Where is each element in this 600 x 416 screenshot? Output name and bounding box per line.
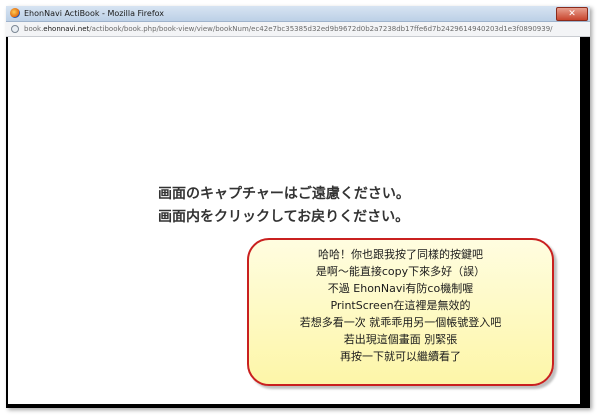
close-button[interactable]: ✕ [556, 7, 588, 21]
callout-line-7: 再按一下就可以繼續看了 [340, 350, 461, 363]
right-scrollbar[interactable] [580, 37, 590, 404]
callout-line-6: 若出現這個畫面 別緊張 [343, 333, 458, 346]
url-prefix: book. [24, 25, 44, 33]
callout-line-1: 哈哈！你也跟我按了同樣的按鍵吧 [318, 248, 483, 261]
window-title: EhonNavi ActiBook - Mozilla Firefox [24, 9, 165, 18]
url-domain: ehonnavi.net [43, 25, 90, 33]
url-path: /actibook/book.php/book-view/view/bookNu… [89, 25, 553, 33]
capture-warning: 画面のキャプチャーはご遠慮ください。 画面内をクリックしてお戻りください。 [158, 183, 458, 229]
firefox-icon [10, 8, 20, 18]
annotation-callout: 哈哈！你也跟我按了同樣的按鍵吧 是啊～能直接copy下來多好（誤） 不過 Eho… [247, 238, 554, 386]
warning-line-2: 画面内をクリックしてお戻りください。 [158, 209, 410, 225]
globe-icon [11, 25, 19, 33]
page-content[interactable]: 画面のキャプチャーはご遠慮ください。 画面内をクリックしてお戻りください。 哈哈… [8, 37, 580, 404]
url-field[interactable]: book.ehonnavi.net/actibook/book.php/book… [24, 23, 553, 35]
title-bar[interactable]: EhonNavi ActiBook - Mozilla Firefox ✕ [6, 6, 590, 22]
callout-line-4: PrintScreen在這裡是無效的 [330, 299, 471, 312]
callout-line-5: 若想多看一次 就乖乖用另一個帳號登入吧 [299, 316, 502, 329]
callout-line-2: 是啊～能直接copy下來多好（誤） [315, 265, 486, 278]
address-bar[interactable]: book.ehonnavi.net/actibook/book.php/book… [6, 22, 590, 37]
browser-window: EhonNavi ActiBook - Mozilla Firefox ✕ bo… [6, 6, 590, 408]
callout-line-3: 不過 EhonNavi有防co機制喔 [327, 282, 474, 295]
warning-line-1: 画面のキャプチャーはご遠慮ください。 [158, 186, 410, 202]
